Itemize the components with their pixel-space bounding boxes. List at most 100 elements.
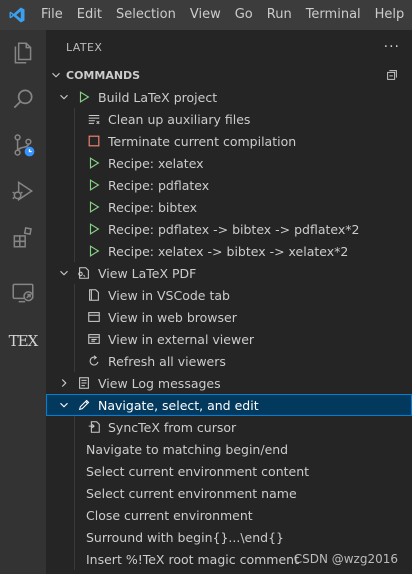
- menu-go[interactable]: Go: [228, 0, 260, 30]
- commands-section-header[interactable]: COMMANDS: [46, 64, 412, 86]
- play-icon: [86, 177, 102, 193]
- tree-item-label: Refresh all viewers: [108, 353, 226, 369]
- remote-explorer-icon[interactable]: [0, 270, 46, 316]
- chevron-down-icon: [56, 265, 72, 281]
- tree-item-recipe-xelatex-chain[interactable]: Recipe: xelatex -> bibtex -> xelatex*2: [46, 240, 412, 262]
- tree-item-label: Build LaTeX project: [98, 89, 218, 105]
- play-icon: [86, 221, 102, 237]
- latex-sidebar: LATEX ··· COMMANDS Build LaTeX project C…: [46, 30, 412, 574]
- vscode-logo-icon[interactable]: [0, 0, 34, 30]
- tree-item-select-env-content[interactable]: Select current environment content: [46, 460, 412, 482]
- watermark: CSDN @wzg2016: [293, 552, 398, 566]
- stop-icon: [86, 133, 102, 149]
- play-icon: [86, 243, 102, 259]
- open-preview-icon: [76, 265, 92, 281]
- tree-item-select-env-name[interactable]: Select current environment name: [46, 482, 412, 504]
- activity-bar: TEX: [0, 30, 46, 574]
- collapse-all-icon[interactable]: [384, 67, 400, 83]
- menu-view[interactable]: View: [183, 0, 228, 30]
- tree-item-view-vscode-tab[interactable]: View in VSCode tab: [46, 284, 412, 306]
- explorer-icon[interactable]: [0, 30, 46, 76]
- tree-item-navigate-select-edit[interactable]: Navigate, select, and edit: [46, 394, 412, 416]
- tree-item-label: Recipe: bibtex: [108, 199, 198, 215]
- tree-item-label: Recipe: pdflatex: [108, 177, 210, 193]
- sidebar-header: LATEX ···: [46, 30, 412, 64]
- section-title: COMMANDS: [66, 68, 141, 82]
- tree-item-view-web-browser[interactable]: View in web browser: [46, 306, 412, 328]
- menu-bar: File Edit Selection View Go Run Terminal…: [0, 0, 412, 30]
- tree-item-label: Recipe: pdflatex -> bibtex -> pdflatex*2: [108, 221, 360, 237]
- sidebar-title: LATEX: [66, 40, 103, 54]
- browser-icon: [86, 309, 102, 325]
- menu-run[interactable]: Run: [260, 0, 299, 30]
- indent-guide: [74, 240, 75, 262]
- menu-help[interactable]: Help: [368, 0, 412, 30]
- tree-item-surround-begin-end[interactable]: Surround with begin{}...\end{}: [46, 526, 412, 548]
- tree-item-clean-up[interactable]: Clean up auxiliary files: [46, 108, 412, 130]
- indent-guide: [74, 174, 75, 196]
- tree-item-label: Recipe: xelatex: [108, 155, 204, 171]
- play-icon: [86, 155, 102, 171]
- chevron-right-icon: [56, 375, 72, 391]
- tree-item-recipe-xelatex[interactable]: Recipe: xelatex: [46, 152, 412, 174]
- tree-item-label: Terminate current compilation: [108, 133, 297, 149]
- tree-item-label: Navigate to matching begin/end: [86, 441, 289, 457]
- indent-guide: [74, 196, 75, 218]
- tree-item-label: Navigate, select, and edit: [98, 397, 259, 413]
- chevron-down-icon: [56, 89, 72, 105]
- more-actions-icon[interactable]: ···: [384, 39, 400, 55]
- tree-item-synctex[interactable]: SyncTeX from cursor: [46, 416, 412, 438]
- menu-terminal[interactable]: Terminal: [299, 0, 368, 30]
- external-viewer-icon: [86, 331, 102, 347]
- indent-guide: [74, 416, 75, 438]
- indent-guide: [74, 526, 75, 548]
- tree-item-label: View in external viewer: [108, 331, 255, 347]
- tree-item-terminate[interactable]: Terminate current compilation: [46, 130, 412, 152]
- output-icon: [76, 375, 92, 391]
- tree-item-close-env[interactable]: Close current environment: [46, 504, 412, 526]
- tree-item-label: View LaTeX PDF: [98, 265, 197, 281]
- menu-edit[interactable]: Edit: [70, 0, 109, 30]
- extensions-icon[interactable]: [0, 214, 46, 260]
- indent-guide: [74, 218, 75, 240]
- tree-item-label: View in web browser: [108, 309, 237, 325]
- refresh-icon: [86, 353, 102, 369]
- indent-guide: [74, 350, 75, 372]
- tree-item-label: Clean up auxiliary files: [108, 111, 251, 127]
- play-icon: [86, 199, 102, 215]
- tree-item-view-log-messages[interactable]: View Log messages: [46, 372, 412, 394]
- tree-item-view-latex-pdf[interactable]: View LaTeX PDF: [46, 262, 412, 284]
- indent-guide: [74, 482, 75, 504]
- tree-item-label: Recipe: xelatex -> bibtex -> xelatex*2: [108, 243, 349, 259]
- indent-guide: [74, 306, 75, 328]
- tree-item-build-latex-project[interactable]: Build LaTeX project: [46, 86, 412, 108]
- run-debug-icon[interactable]: [0, 168, 46, 214]
- menu-selection[interactable]: Selection: [109, 0, 183, 30]
- indent-guide: [74, 548, 75, 570]
- edit-pencil-icon: [76, 397, 92, 413]
- clear-all-icon: [86, 111, 102, 127]
- indent-guide: [74, 152, 75, 174]
- indent-guide: [74, 130, 75, 152]
- tree-item-label: Insert %!TeX root magic comment: [86, 551, 299, 567]
- tree-item-view-external-viewer[interactable]: View in external viewer: [46, 328, 412, 350]
- tex-icon[interactable]: TEX: [0, 318, 46, 364]
- search-icon[interactable]: [0, 76, 46, 122]
- play-icon: [76, 89, 92, 105]
- tree-item-label: Close current environment: [86, 507, 253, 523]
- tree-item-label: Select current environment name: [86, 485, 297, 501]
- source-control-icon[interactable]: [0, 122, 46, 168]
- indent-guide: [74, 328, 75, 350]
- tree-item-refresh-viewers[interactable]: Refresh all viewers: [46, 350, 412, 372]
- tree-item-recipe-pdflatex[interactable]: Recipe: pdflatex: [46, 174, 412, 196]
- indent-guide: [74, 438, 75, 460]
- tree-item-label: Select current environment content: [86, 463, 310, 479]
- tree-item-recipe-pdflatex-chain[interactable]: Recipe: pdflatex -> bibtex -> pdflatex*2: [46, 218, 412, 240]
- menu-file[interactable]: File: [34, 0, 70, 30]
- tree-item-recipe-bibtex[interactable]: Recipe: bibtex: [46, 196, 412, 218]
- chevron-down-icon: [56, 397, 72, 413]
- tree-item-navigate-begin-end[interactable]: Navigate to matching begin/end: [46, 438, 412, 460]
- tree-item-label: View Log messages: [98, 375, 221, 391]
- indent-guide: [74, 284, 75, 306]
- indent-guide: [74, 504, 75, 526]
